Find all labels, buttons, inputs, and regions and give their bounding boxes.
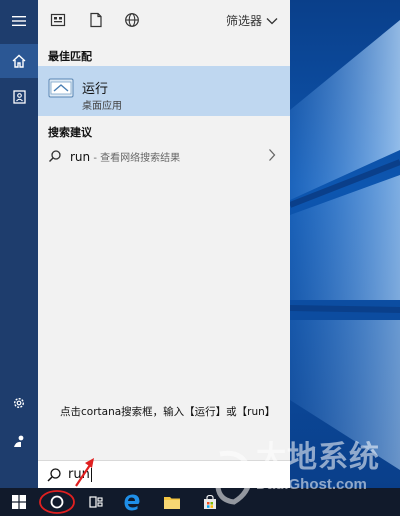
store-taskbar-button[interactable] — [198, 488, 222, 516]
filter-dropdown[interactable]: 筛选器 — [226, 12, 278, 29]
notebook-button[interactable] — [0, 80, 38, 114]
menu-button[interactable] — [0, 4, 38, 38]
edge-taskbar-button[interactable] — [120, 488, 144, 516]
best-match-result-run[interactable]: 运行 桌面应用 — [38, 66, 290, 116]
apps-icon — [50, 13, 66, 27]
search-toolbar: 筛选器 — [38, 0, 290, 42]
windows-start-icon — [12, 495, 26, 509]
settings-button[interactable] — [0, 386, 38, 420]
web-suggestion-run[interactable]: run - 查看网络搜索结果 — [38, 142, 290, 170]
best-match-subtitle: 桌面应用 — [82, 101, 122, 112]
settings-icon — [13, 397, 25, 409]
web-icon — [125, 13, 139, 27]
documents-filter-button[interactable] — [88, 12, 106, 30]
best-match-heading: 最佳匹配 — [48, 50, 92, 63]
task-view-button[interactable] — [86, 488, 106, 516]
best-match-title: 运行 — [82, 82, 109, 97]
run-app-icon — [48, 76, 74, 103]
hamburger-icon — [12, 16, 26, 26]
cortana-button[interactable] — [38, 488, 76, 516]
instruction-annotation: 点击cortana搜索框，输入【运行】或【run】 — [60, 406, 276, 418]
chevron-down-icon — [266, 17, 278, 24]
file-explorer-icon — [164, 496, 180, 509]
search-icon — [48, 149, 62, 166]
suggestion-query: run — [70, 150, 91, 164]
home-icon — [12, 54, 26, 68]
feedback-button[interactable] — [0, 424, 38, 458]
file-explorer-taskbar-button[interactable] — [160, 488, 184, 516]
search-panel: 筛选器 最佳匹配 运行 桌面应用 搜索建议 run - 查看网络搜索结果 点击c… — [38, 0, 290, 488]
notebook-icon — [12, 90, 26, 104]
edge-icon — [124, 494, 140, 511]
task-view-icon — [89, 496, 103, 508]
search-box-icon — [46, 467, 62, 486]
suggestion-text: run - 查看网络搜索结果 — [70, 149, 180, 164]
web-filter-button[interactable] — [124, 12, 142, 30]
suggestions-heading: 搜索建议 — [48, 126, 92, 139]
start-left-rail — [0, 0, 38, 488]
taskbar — [0, 488, 400, 516]
home-button[interactable] — [0, 44, 38, 78]
suggestion-hint: - 查看网络搜索结果 — [90, 153, 181, 164]
apps-filter-button[interactable] — [50, 12, 68, 30]
start-button[interactable] — [6, 488, 32, 516]
annotation-arrow-icon — [75, 458, 94, 487]
feedback-icon — [14, 435, 24, 447]
store-icon — [204, 494, 216, 509]
cortana-circle-icon — [39, 490, 75, 514]
documents-icon — [90, 12, 102, 28]
chevron-right-icon — [268, 148, 276, 165]
filter-label: 筛选器 — [225, 14, 262, 28]
